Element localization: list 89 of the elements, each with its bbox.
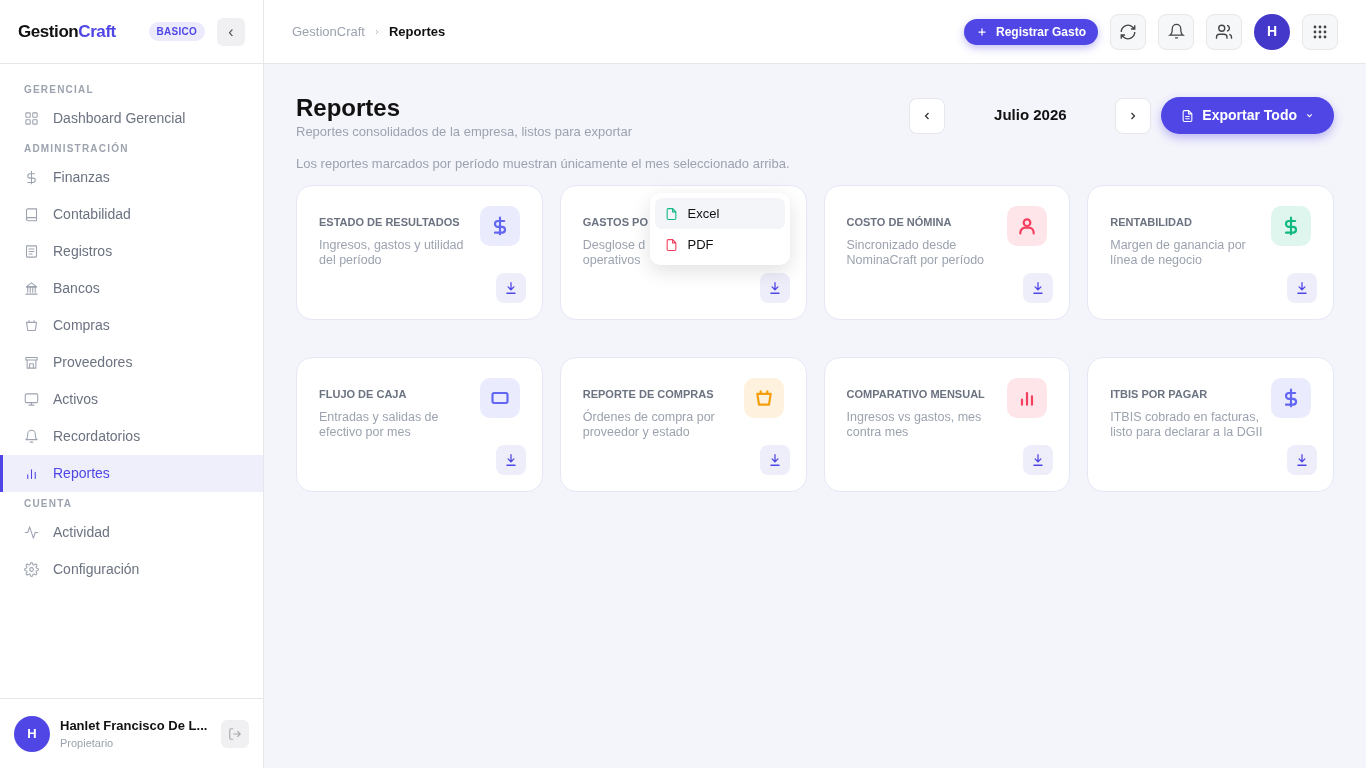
apps-grid-icon <box>1313 24 1327 39</box>
bank-icon <box>24 281 39 296</box>
report-title: RENTABILIDAD <box>1110 215 1192 230</box>
report-title: ESTADO DE RESULTADOS <box>319 215 460 230</box>
chevron-down-icon <box>1305 111 1314 120</box>
chevron-right-icon <box>373 27 381 36</box>
nav-item[interactable]: Contabilidad <box>0 196 263 233</box>
document-icon <box>24 244 39 259</box>
report-description: Margen de ganancia por línea de negocio <box>1110 237 1246 268</box>
download-icon <box>767 453 782 467</box>
refresh-icon <box>1119 22 1137 41</box>
nav-item[interactable]: Recordatorios <box>0 418 263 455</box>
export-all-button[interactable]: Exportar Todo <box>1161 97 1334 134</box>
users-button[interactable] <box>1206 13 1242 50</box>
bell-icon <box>24 429 39 444</box>
section-heading: GERENCIAL <box>23 82 95 97</box>
bell-icon <box>1167 23 1185 40</box>
breadcrumb-current: Reportes <box>389 22 446 41</box>
nav-item[interactable]: Dashboard Gerencial <box>0 100 263 137</box>
download-button[interactable] <box>1287 445 1317 475</box>
nav-item[interactable]: Registros <box>0 233 263 270</box>
section-heading: ADMINISTRACIÓN <box>23 141 130 156</box>
users-icon <box>1215 22 1233 41</box>
activity-icon <box>24 525 39 540</box>
download-icon <box>1031 281 1046 295</box>
notifications-button[interactable] <box>1158 13 1194 50</box>
report-description: Ingresos vs gastos, mes contra mes <box>846 409 982 440</box>
breadcrumb-link[interactable]: GestionCraft <box>292 21 365 42</box>
download-button[interactable] <box>1023 445 1054 475</box>
download-button[interactable] <box>495 445 526 475</box>
logout-button[interactable] <box>221 719 249 748</box>
report-title: ITBIS POR PAGAR <box>1110 387 1208 402</box>
menu-option[interactable]: PDF <box>654 229 785 260</box>
basket-icon <box>24 318 39 333</box>
report-title: REPORTE DE COMPRAS <box>582 387 714 402</box>
download-icon <box>503 281 518 295</box>
logout-icon <box>228 726 242 741</box>
grid-icon <box>24 111 39 126</box>
bar-chart-icon <box>24 466 39 481</box>
register-expense-button[interactable]: Registrar Gasto <box>963 18 1098 45</box>
section-heading: CUENTA <box>23 496 74 511</box>
report-description: Órdenes de compra por proveedor y estado <box>582 409 715 440</box>
dollar-icon <box>24 170 39 185</box>
page-subtitle: Reportes consolidados de la empresa, listos para exportar <box>296 123 632 141</box>
period-label: Julio 2026 <box>993 105 1068 126</box>
menu-option[interactable]: Excel <box>654 198 785 229</box>
report-description: Sincronizado desde NominaCraft por período <box>846 237 985 268</box>
download-button[interactable] <box>759 273 790 303</box>
user-role: Propietario <box>60 736 115 751</box>
nav-item[interactable]: Finanzas <box>0 159 263 196</box>
nav-item[interactable]: Activos <box>0 381 263 418</box>
nav-item[interactable]: Reportes <box>0 455 263 492</box>
user-avatar: H <box>14 715 50 752</box>
monitor-icon <box>24 392 39 407</box>
download-icon <box>767 281 782 295</box>
brand-logo: GestionCraft <box>18 20 116 43</box>
download-icon <box>1295 453 1309 467</box>
download-button[interactable] <box>1287 273 1317 303</box>
apps-button[interactable] <box>1302 13 1338 50</box>
report-title: COSTO DE NÓMINA <box>846 215 952 230</box>
report-description: Ingresos, gastos y utilidad del período <box>319 237 464 268</box>
store-icon <box>24 355 39 370</box>
nav-item[interactable]: Configuración <box>0 551 263 588</box>
plan-badge: BASICO <box>148 22 205 41</box>
page-title: Reportes <box>296 94 402 122</box>
user-avatar-button[interactable]: H <box>1254 13 1290 50</box>
user-name: Hanlet Francisco De L... <box>60 716 208 735</box>
report-description: Desglose d operativos <box>582 237 646 268</box>
nav-item[interactable]: Bancos <box>0 270 263 307</box>
download-button[interactable] <box>1023 273 1054 303</box>
collapse-button[interactable]: ‹ <box>217 17 245 46</box>
info-note: Los reportes marcados por período muestran únicamente el mes seleccionado arriba. <box>296 154 791 173</box>
report-description: Entradas y salidas de efectivo por mes <box>319 409 439 440</box>
download-icon <box>1031 453 1046 467</box>
download-button[interactable] <box>495 273 526 303</box>
download-button[interactable] <box>759 445 790 475</box>
download-icon <box>1295 281 1309 295</box>
report-title: FLUJO DE CAJA <box>319 387 407 402</box>
download-icon <box>503 453 518 467</box>
report-title: GASTOS PO <box>582 215 648 230</box>
nav-item[interactable]: Compras <box>0 307 263 344</box>
report-description: ITBIS cobrado en facturas, listo para declarar a la DGII <box>1110 409 1263 440</box>
book-icon <box>24 207 39 222</box>
settings-icon <box>24 562 39 577</box>
document-icon <box>1181 108 1195 123</box>
refresh-button[interactable] <box>1110 13 1146 50</box>
nav-item[interactable]: Actividad <box>0 514 263 551</box>
report-title: COMPARATIVO MENSUAL <box>846 387 985 402</box>
nav-item[interactable]: Proveedores <box>0 344 263 381</box>
